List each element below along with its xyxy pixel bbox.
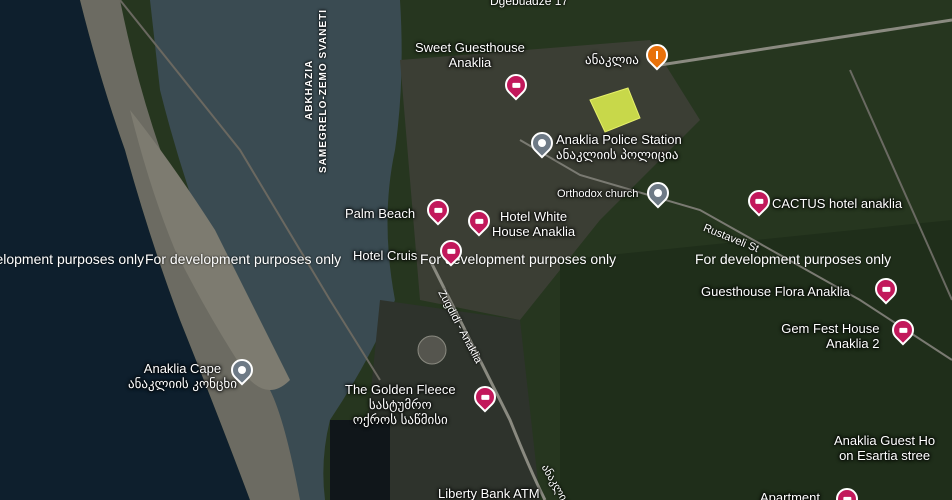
street-label-dgebuadze: Dgebuadze 17 xyxy=(490,0,569,8)
dev-watermark: For development purposes only xyxy=(0,251,145,267)
place-label-hotel-cruise[interactable]: Hotel Cruis xyxy=(353,248,417,263)
place-label-palm-beach[interactable]: Palm Beach xyxy=(345,206,415,221)
dev-watermark: For development purposes only xyxy=(695,251,892,267)
place-label-orthodox-church[interactable]: Orthodox church xyxy=(557,187,638,202)
place-label-white-house[interactable]: Hotel White House Anaklia xyxy=(492,209,575,239)
place-label-flora[interactable]: Guesthouse Flora Anaklia xyxy=(701,284,850,299)
place-label-police[interactable]: Anaklia Police Station ანაკლიის პოლიცია xyxy=(556,132,682,162)
place-label-golden-fleece[interactable]: The Golden Fleece სასტუმრო ოქროს საწმისი xyxy=(345,382,456,427)
place-label-cactus[interactable]: CACTUS hotel anaklia xyxy=(772,196,902,211)
place-label-guest-esartia[interactable]: Anaklia Guest Ho on Esartia stree xyxy=(834,433,935,463)
place-label-sweet-guesthouse[interactable]: Sweet Guesthouse Anaklia xyxy=(415,40,525,70)
satellite-imagery xyxy=(0,0,952,500)
admin-label-abkhazia: ABKHAZIA xyxy=(304,59,315,120)
place-label-gem-fest[interactable]: Gem Fest House Anaklia 2 xyxy=(778,321,879,351)
map-canvas[interactable]: ABKHAZIA SAMEGRELO-ZEMO SVANETI For deve… xyxy=(0,0,952,500)
admin-label-samegrelo: SAMEGRELO-ZEMO SVANETI xyxy=(318,8,329,173)
place-label-anaklia-cape[interactable]: Anaklia Cape ანაკლიის კონცხი xyxy=(128,361,237,391)
place-label-anaklia-restaurant[interactable]: ანაკლია xyxy=(585,52,639,67)
place-label-liberty-atm[interactable]: Liberty Bank ATM xyxy=(438,486,540,500)
place-label-apartment[interactable]: Apartment xyxy=(760,490,820,500)
dev-watermark: For development purposes only xyxy=(145,251,342,267)
